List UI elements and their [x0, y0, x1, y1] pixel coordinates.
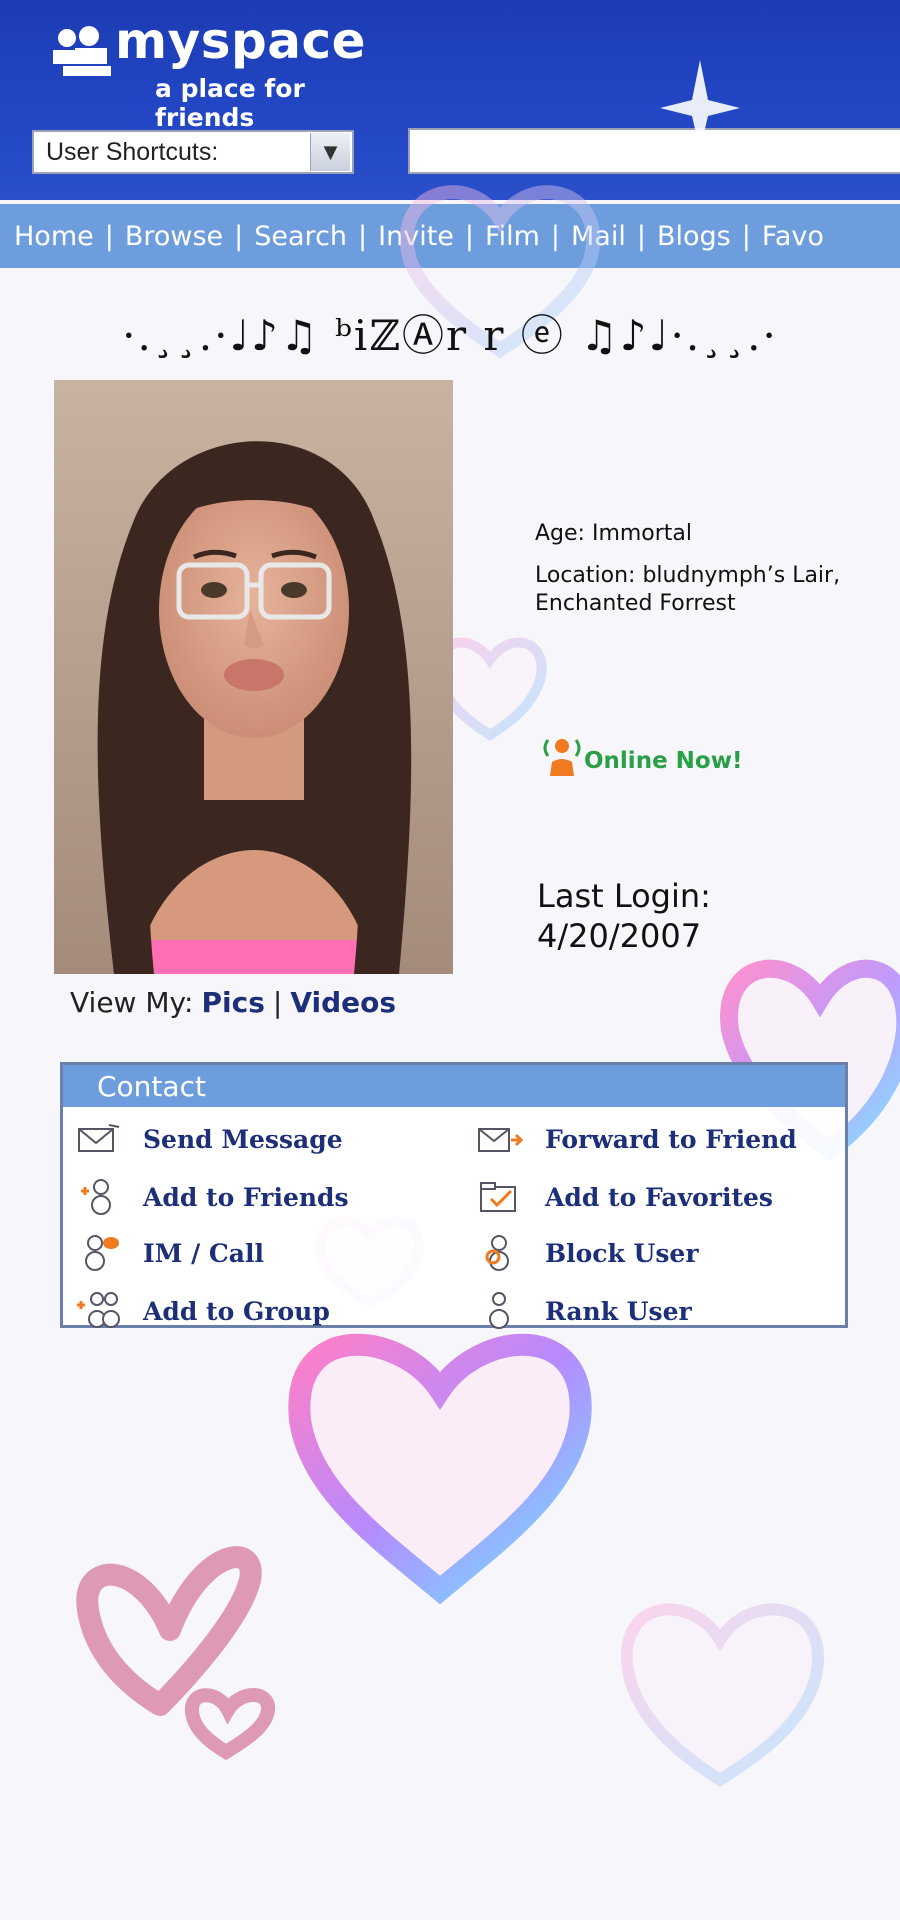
- block-user-label: Block User: [545, 1238, 699, 1268]
- online-now-text: Online Now!: [584, 748, 743, 774]
- im-call-action[interactable]: IM / Call: [75, 1229, 264, 1277]
- profile-photo[interactable]: [54, 380, 453, 974]
- nav-mail[interactable]: Mail: [571, 221, 626, 252]
- profile-age: Age: Immortal: [535, 521, 693, 546]
- profile-details: Age: Immortal Location: bludnymph’s Lair…: [535, 520, 885, 618]
- add-group-icon: [77, 1292, 120, 1328]
- im-call-icon: [85, 1235, 119, 1271]
- view-my-separator: |: [272, 986, 283, 1019]
- heart-sketch-small: [185, 1688, 275, 1761]
- chevron-down-icon[interactable]: ▼: [310, 133, 350, 171]
- nav-favorites[interactable]: Favo: [762, 221, 824, 252]
- view-my-label: View My:: [70, 986, 194, 1019]
- last-login-date: 4/20/2007: [537, 917, 702, 955]
- nav-blogs[interactable]: Blogs: [657, 221, 731, 252]
- online-person-icon: [543, 739, 581, 776]
- site-header: myspace a place for friends User Shortcu…: [0, 0, 900, 200]
- view-my-links: View My: Pics | Videos: [70, 986, 396, 1019]
- nav-separator: |: [358, 220, 368, 252]
- add-to-favorites-label: Add to Favorites: [545, 1182, 773, 1212]
- logo-wordmark: myspace: [115, 12, 367, 70]
- forward-to-friend-label: Forward to Friend: [545, 1124, 797, 1154]
- add-to-group-label: Add to Group: [143, 1296, 330, 1326]
- block-user-action[interactable]: Block User: [477, 1229, 699, 1277]
- nav-search[interactable]: Search: [254, 221, 347, 252]
- contact-title: Contact: [63, 1065, 845, 1107]
- add-to-friends-action[interactable]: Add to Friends: [75, 1173, 349, 1221]
- last-login-label: Last Login:: [537, 877, 711, 915]
- send-message-action[interactable]: Send Message: [75, 1115, 343, 1163]
- heart-large: [288, 1333, 592, 1605]
- send-message-label: Send Message: [143, 1124, 343, 1154]
- search-input[interactable]: [408, 128, 900, 174]
- view-videos-link[interactable]: Videos: [290, 986, 396, 1019]
- logo-tagline: a place for friends: [155, 74, 305, 132]
- nav-separator: |: [741, 220, 751, 252]
- myspace-logo[interactable]: myspace a place for friends: [45, 10, 375, 132]
- block-user-icon: [485, 1235, 509, 1271]
- view-pics-link[interactable]: Pics: [201, 986, 264, 1019]
- people-logo-icon: [53, 26, 111, 76]
- online-now-indicator: Online Now!: [538, 730, 742, 780]
- nav-home[interactable]: Home: [14, 221, 94, 252]
- profile-content: ·.¸¸.·♩♪♫ ᵇiℤⒶr r ⓔ ♫♪♩·.¸¸.· Age: Immor…: [0, 268, 900, 1368]
- main-nav: Home | Browse | Search | Invite | Film | Mail…: [0, 204, 900, 268]
- rank-user-action[interactable]: Rank User: [477, 1287, 692, 1335]
- add-to-favorites-action[interactable]: Add to Favorites: [477, 1173, 773, 1221]
- contact-actions: Send Message Forward to Friend Add to Fr…: [63, 1107, 845, 1329]
- envelope-icon: [78, 1124, 120, 1152]
- nav-separator: |: [636, 220, 646, 252]
- profile-photo-image: [54, 380, 453, 974]
- add-to-group-action[interactable]: Add to Group: [75, 1287, 330, 1335]
- im-call-label: IM / Call: [143, 1238, 264, 1268]
- forward-mail-icon: [478, 1128, 523, 1152]
- nav-invite[interactable]: Invite: [378, 221, 454, 252]
- heart-faint-2: [620, 1603, 824, 1788]
- favorites-icon: [480, 1182, 516, 1212]
- profile-display-name: ·.¸¸.·♩♪♫ ᵇiℤⒶr r ⓔ ♫♪♩·.¸¸.·: [122, 311, 778, 360]
- contact-box: Contact Send Message Forward to Friend A…: [60, 1062, 848, 1329]
- last-login: Last Login: 4/20/2007: [537, 876, 857, 956]
- forward-to-friend-action[interactable]: Forward to Friend: [477, 1115, 797, 1163]
- rank-user-icon: [489, 1292, 509, 1329]
- nav-separator: |: [104, 220, 114, 252]
- rank-user-label: Rank User: [545, 1296, 692, 1326]
- nav-separator: |: [234, 220, 244, 252]
- nav-film[interactable]: Film: [485, 221, 540, 252]
- nav-separator: |: [550, 220, 560, 252]
- add-to-friends-label: Add to Friends: [143, 1182, 349, 1212]
- nav-separator: |: [464, 220, 475, 252]
- user-shortcuts-label: User Shortcuts:: [46, 137, 219, 166]
- profile-location: Location: bludnymph’s Lair, Enchanted Fo…: [535, 563, 841, 616]
- add-friend-icon: [81, 1179, 111, 1215]
- heart-sketch-large: [76, 1546, 262, 1716]
- nav-browse[interactable]: Browse: [125, 221, 223, 252]
- user-shortcuts-select[interactable]: User Shortcuts: ▼: [32, 130, 354, 174]
